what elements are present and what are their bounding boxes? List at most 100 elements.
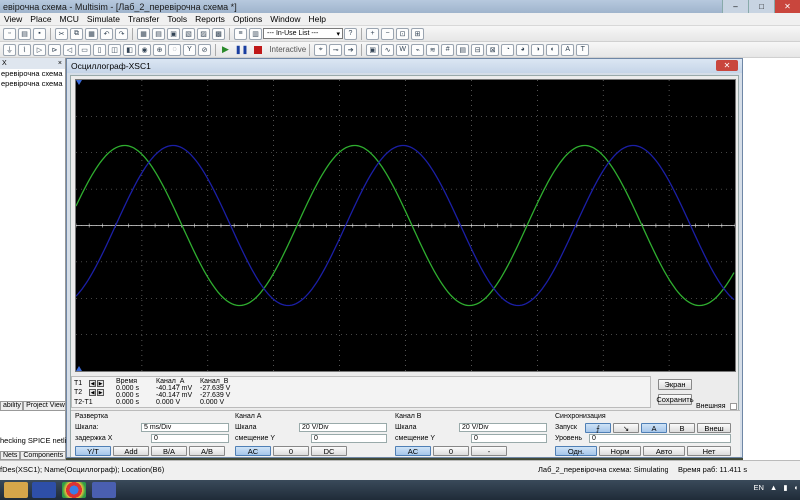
menu-reports[interactable]: Reports bbox=[191, 14, 229, 24]
menu-help[interactable]: Help bbox=[304, 14, 329, 24]
redo-icon[interactable]: ↷ bbox=[115, 27, 128, 40]
mode-add-button[interactable]: Add bbox=[113, 446, 149, 456]
iv-analyzer-icon[interactable]: ◔ bbox=[501, 43, 515, 56]
channel-a-dc-button[interactable]: DC bbox=[311, 446, 347, 456]
diode-icon[interactable]: ▷ bbox=[33, 43, 46, 56]
channel-b-zero-button[interactable]: 0 bbox=[433, 446, 469, 456]
zoom-fit-icon[interactable]: ⊞ bbox=[411, 27, 424, 40]
menu-simulate[interactable]: Simulate bbox=[83, 14, 124, 24]
bode-plotter-icon[interactable]: ≋ bbox=[426, 43, 440, 56]
ttl-icon[interactable]: ▭ bbox=[78, 43, 91, 56]
save-icon[interactable]: ▪ bbox=[33, 27, 46, 40]
mode-yt-button[interactable]: Y/T bbox=[75, 446, 111, 456]
channel-b-scale-field[interactable]: 20 V/Div bbox=[459, 423, 547, 432]
close-button[interactable]: ✕ bbox=[774, 0, 800, 13]
mode-ba-button[interactable]: B/A bbox=[151, 446, 187, 456]
oscilloscope-close-button[interactable]: ✕ bbox=[716, 60, 738, 71]
channel-b-dc-button[interactable]: - bbox=[471, 446, 507, 456]
network-analyzer-icon[interactable]: ◐ bbox=[546, 43, 560, 56]
in-use-list-dropdown[interactable]: --- In-Use List --- ▾ bbox=[263, 28, 343, 39]
copy-icon[interactable]: ⧉ bbox=[70, 27, 83, 40]
oscilloscope-screen[interactable] bbox=[75, 79, 736, 372]
cmos-icon[interactable]: ▯ bbox=[93, 43, 106, 56]
tektronix-icon[interactable]: T bbox=[576, 43, 590, 56]
channel-a-ac-button[interactable]: AC bbox=[235, 446, 271, 456]
digital-icon[interactable]: ◫ bbox=[108, 43, 121, 56]
language-indicator[interactable]: EN bbox=[753, 483, 763, 492]
zoom-in-icon[interactable]: + bbox=[366, 27, 379, 40]
database-icon[interactable]: ▣ bbox=[167, 27, 180, 40]
multisim-icon[interactable] bbox=[92, 482, 116, 498]
measure-icon[interactable]: ⊸ bbox=[329, 43, 343, 56]
reverse-screen-button[interactable]: Экран bbox=[658, 379, 692, 390]
trigger-single-button[interactable]: Одн. bbox=[555, 446, 597, 456]
channel-a-ypos-field[interactable]: 0 bbox=[311, 434, 387, 443]
channel-a-zero-button[interactable]: 0 bbox=[273, 446, 309, 456]
save-button[interactable]: Сохранить bbox=[656, 394, 694, 405]
external-trigger-checkbox[interactable] bbox=[730, 403, 737, 410]
workspace-canvas[interactable] bbox=[743, 58, 800, 460]
timebase-xpos-field[interactable]: 0 bbox=[151, 434, 229, 443]
grid-view-icon[interactable]: ▦ bbox=[137, 27, 150, 40]
agilent-icon[interactable]: A bbox=[561, 43, 575, 56]
trigger-level-field[interactable]: 0 bbox=[589, 434, 731, 443]
rf-icon[interactable]: Y bbox=[183, 43, 196, 56]
trigger-source-a-button[interactable]: A bbox=[641, 423, 667, 433]
misc-icon[interactable]: ◌ bbox=[168, 43, 181, 56]
tree-item-design[interactable]: еревірочна схема bbox=[0, 69, 65, 79]
function-generator-icon[interactable]: ∿ bbox=[381, 43, 395, 56]
open-folder-icon[interactable]: ▤ bbox=[18, 27, 31, 40]
power-icon[interactable]: ⊕ bbox=[153, 43, 166, 56]
source-icon[interactable]: ⏚ bbox=[3, 43, 16, 56]
menu-view[interactable]: View bbox=[0, 14, 26, 24]
trigger-normal-button[interactable]: Норм bbox=[599, 446, 641, 456]
mode-ab-button[interactable]: A/B bbox=[189, 446, 225, 456]
resistor-icon[interactable]: ⌇ bbox=[18, 43, 31, 56]
chart-icon[interactable]: ▩ bbox=[212, 27, 225, 40]
cut-icon[interactable]: ✂ bbox=[55, 27, 68, 40]
electromech-icon[interactable]: ⊘ bbox=[198, 43, 211, 56]
tab-nets[interactable]: Nets bbox=[0, 451, 21, 460]
paste-icon[interactable]: ▦ bbox=[85, 27, 98, 40]
distortion-analyzer-icon[interactable]: ◕ bbox=[516, 43, 530, 56]
opamp-icon[interactable]: ◁ bbox=[63, 43, 76, 56]
trigger-source-b-button[interactable]: B bbox=[669, 423, 695, 433]
simulation-mode-label[interactable]: Interactive bbox=[269, 45, 306, 54]
minimize-button[interactable]: – bbox=[722, 0, 748, 13]
arrow-left-icon[interactable]: ◀ bbox=[89, 389, 96, 396]
oscilloscope-icon[interactable]: ⌁ bbox=[411, 43, 425, 56]
zoom-area-icon[interactable]: ⊡ bbox=[396, 27, 409, 40]
wattmeter-icon[interactable]: W bbox=[396, 43, 410, 56]
component-icon[interactable]: ▧ bbox=[182, 27, 195, 40]
analysis-icon[interactable]: ▨ bbox=[197, 27, 210, 40]
spectrum-analyzer-icon[interactable]: ◑ bbox=[531, 43, 545, 56]
word-generator-icon[interactable]: ▤ bbox=[456, 43, 470, 56]
run-simulation-icon[interactable]: ▶ bbox=[222, 44, 229, 55]
file-explorer-icon[interactable] bbox=[4, 482, 28, 498]
arrow-right-icon[interactable]: ▶ bbox=[97, 380, 104, 387]
transistor-icon[interactable]: ⊳ bbox=[48, 43, 61, 56]
trigger-none-button[interactable]: Нет bbox=[687, 446, 731, 456]
menu-tools[interactable]: Tools bbox=[163, 14, 191, 24]
logic-analyzer-icon[interactable]: ⊟ bbox=[471, 43, 485, 56]
oscilloscope-title-bar[interactable]: Осциллограф-XSC1 bbox=[67, 59, 742, 73]
tray-arrow-icon[interactable]: ▲ bbox=[770, 483, 777, 492]
arrow-icon[interactable]: ➔ bbox=[344, 43, 358, 56]
help-icon[interactable]: ? bbox=[344, 27, 357, 40]
trigger-auto-button[interactable]: Авто bbox=[643, 446, 685, 456]
trigger-rising-edge-button[interactable]: ⨍ bbox=[585, 423, 611, 433]
menu-mcu[interactable]: MCU bbox=[56, 14, 83, 24]
channel-a-scale-field[interactable]: 20 V/Div bbox=[299, 423, 387, 432]
pause-simulation-icon[interactable]: ❚❚ bbox=[235, 45, 248, 54]
counter-icon[interactable]: # bbox=[441, 43, 455, 56]
timebase-scale-field[interactable]: 5 ms/Div bbox=[141, 423, 229, 432]
volume-icon[interactable]: ◖ bbox=[793, 483, 798, 492]
arrow-right-icon[interactable]: ▶ bbox=[97, 389, 104, 396]
table-icon[interactable]: ▥ bbox=[249, 27, 262, 40]
network-icon[interactable]: ▮ bbox=[783, 483, 787, 492]
channel-b-ypos-field[interactable]: 0 bbox=[471, 434, 547, 443]
zoom-out-icon[interactable]: − bbox=[381, 27, 394, 40]
chrome-icon[interactable] bbox=[62, 482, 86, 498]
spreadsheet-icon[interactable]: ▤ bbox=[152, 27, 165, 40]
save-disk-icon[interactable] bbox=[32, 482, 56, 498]
